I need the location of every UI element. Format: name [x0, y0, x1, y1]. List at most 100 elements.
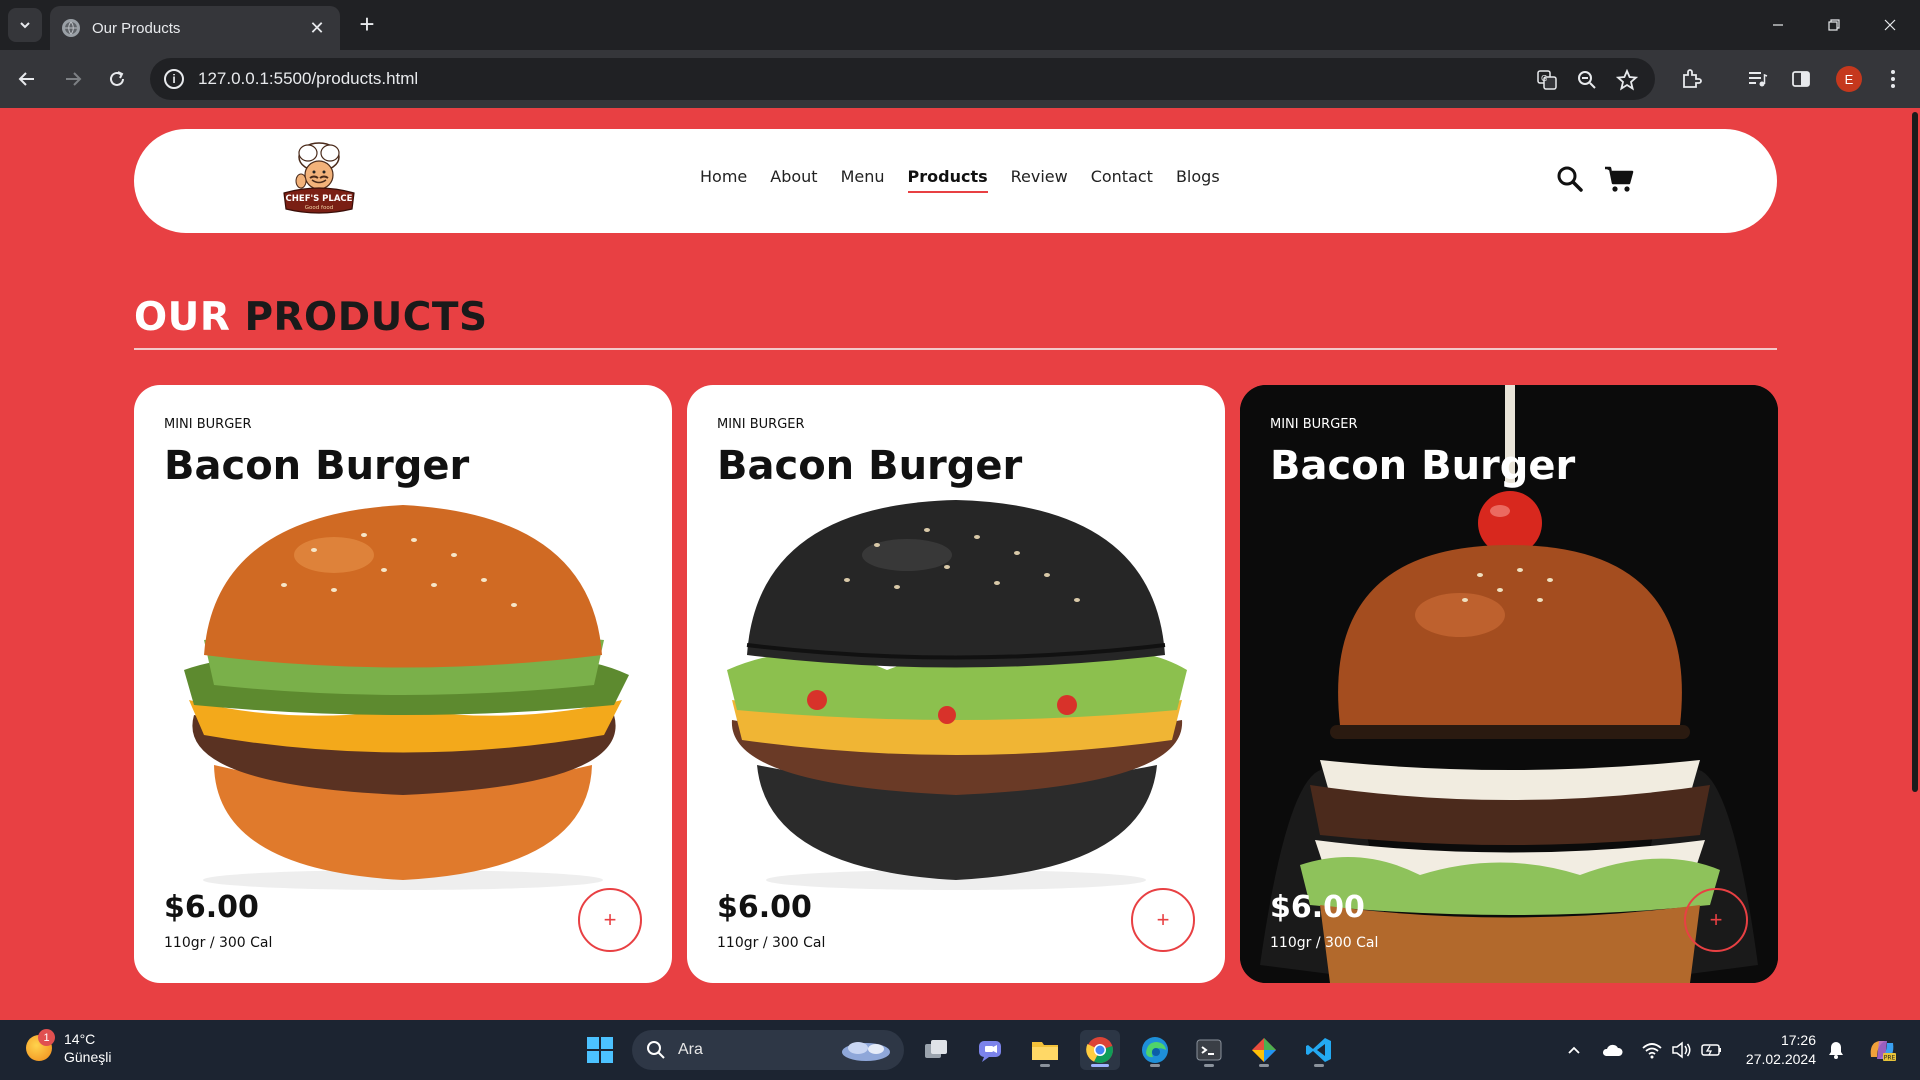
notification-bell-icon[interactable] — [1824, 1038, 1848, 1062]
vscode-button[interactable] — [1299, 1030, 1339, 1070]
terminal-button[interactable] — [1189, 1030, 1229, 1070]
weather-widget[interactable]: 1 14°C Güneşli — [26, 1029, 112, 1066]
svg-text:PRE: PRE — [1884, 1055, 1896, 1062]
page-scrollbar[interactable] — [1910, 108, 1920, 1020]
minimize-button[interactable] — [1758, 8, 1798, 42]
nav-link-menu[interactable]: Menu — [841, 167, 885, 193]
tab-close-icon[interactable]: ✕ — [306, 18, 328, 39]
more-menu-icon[interactable] — [1876, 62, 1910, 96]
url-text: 127.0.0.1:5500/products.html — [198, 69, 419, 88]
section-divider — [134, 348, 1777, 350]
back-button[interactable] — [10, 62, 44, 96]
add-to-cart-button[interactable]: + — [1684, 888, 1748, 952]
section-title: OUR PRODUCTS — [134, 295, 488, 340]
page-viewport: CHEF'S PLACE Good food Home About Menu P… — [0, 108, 1920, 1020]
restore-icon — [1828, 19, 1840, 31]
taskbar-search[interactable]: Ara — [632, 1030, 904, 1070]
folder-icon — [1032, 1042, 1058, 1060]
onedrive-icon[interactable] — [1600, 1038, 1624, 1062]
vscode-icon — [1306, 1038, 1331, 1062]
zoom-icon[interactable] — [1575, 68, 1599, 92]
sun-icon: 1 — [26, 1029, 55, 1061]
minimize-icon — [1773, 24, 1783, 26]
profile-avatar[interactable]: E — [1836, 66, 1862, 92]
nav-link-products[interactable]: Products — [907, 167, 988, 193]
nav-link-about[interactable]: About — [770, 167, 817, 193]
section-title-word-1: OUR — [134, 295, 231, 340]
scrollbar-thumb[interactable] — [1912, 112, 1918, 792]
reload-button[interactable] — [100, 62, 134, 96]
tab-search-button[interactable] — [8, 8, 42, 42]
chrome-button[interactable] — [1080, 1030, 1120, 1070]
add-to-cart-button[interactable]: + — [578, 888, 642, 952]
restore-button[interactable] — [1814, 8, 1854, 42]
chefs-place-logo[interactable]: CHEF'S PLACE Good food — [276, 137, 362, 223]
site-info-icon[interactable]: i — [164, 69, 184, 89]
task-view-button[interactable] — [916, 1030, 956, 1070]
product-card[interactable]: MINI BURGER Bacon Burger $6.00 110gr / 3… — [687, 385, 1225, 983]
product-category: MINI BURGER — [164, 417, 252, 432]
system-clock[interactable]: 17:26 27.02.2024 — [1742, 1031, 1816, 1069]
taskbar-search-placeholder: Ara — [678, 1041, 703, 1058]
windows-icon — [587, 1037, 613, 1063]
logo-text: CHEF'S PLACE — [286, 194, 353, 204]
wifi-icon[interactable] — [1640, 1038, 1664, 1062]
side-panel-icon[interactable] — [1784, 62, 1818, 96]
edge-button[interactable] — [1135, 1030, 1175, 1070]
weather-temperature: 14°C — [64, 1031, 96, 1047]
teams-chat-button[interactable] — [970, 1030, 1010, 1070]
close-icon — [1884, 19, 1896, 31]
nav-link-blogs[interactable]: Blogs — [1176, 167, 1220, 193]
forward-button[interactable] — [56, 62, 90, 96]
nav-link-home[interactable]: Home — [700, 167, 747, 193]
nav-link-review[interactable]: Review — [1011, 167, 1068, 193]
burger-image — [727, 500, 1187, 890]
product-card[interactable]: MINI BURGER Bacon Burger $6.00 110gr / 3… — [1240, 385, 1778, 983]
site-navbar: CHEF'S PLACE Good food Home About Menu P… — [134, 129, 1777, 233]
battery-icon[interactable] — [1700, 1038, 1724, 1062]
chevron-up-icon[interactable] — [1562, 1038, 1586, 1062]
product-name: Bacon Burger — [164, 443, 470, 489]
volume-icon[interactable] — [1670, 1038, 1694, 1062]
media-controls-icon[interactable] — [1740, 62, 1774, 96]
product-name: Bacon Burger — [1270, 443, 1576, 489]
globe-icon — [62, 19, 80, 37]
clock-date: 27.02.2024 — [1745, 1051, 1816, 1067]
arrow-left-icon — [18, 72, 34, 86]
product-category: MINI BURGER — [1270, 417, 1358, 432]
address-bar[interactable]: i 127.0.0.1:5500/products.html G — [150, 58, 1655, 100]
bookmark-star-icon[interactable] — [1615, 68, 1639, 92]
close-window-button[interactable] — [1870, 8, 1910, 42]
browser-tab[interactable]: Our Products ✕ — [50, 6, 340, 50]
search-icon — [647, 1041, 665, 1059]
start-button[interactable] — [580, 1030, 620, 1070]
terminal-icon — [1196, 1039, 1222, 1061]
browser-toolbar: i 127.0.0.1:5500/products.html G E — [0, 50, 1920, 108]
product-category: MINI BURGER — [717, 417, 805, 432]
edge-icon — [1142, 1037, 1168, 1063]
task-view-icon — [925, 1040, 947, 1058]
search-highlight-icon — [842, 1042, 890, 1061]
add-to-cart-button[interactable]: + — [1131, 888, 1195, 952]
chevron-down-icon — [20, 22, 30, 29]
product-info: 110gr / 300 Cal — [164, 935, 273, 951]
new-tab-button[interactable]: + — [352, 10, 382, 40]
weather-condition: Güneşli — [64, 1049, 112, 1065]
cart-icon[interactable] — [1603, 163, 1635, 195]
product-price: $6.00 — [717, 890, 812, 925]
nav-link-contact[interactable]: Contact — [1091, 167, 1153, 193]
copilot-icon[interactable]: PRE — [1866, 1038, 1898, 1062]
file-explorer-button[interactable] — [1025, 1030, 1065, 1070]
product-name: Bacon Burger — [717, 443, 1023, 489]
arrow-right-icon — [66, 72, 82, 86]
notification-badge: 1 — [38, 1029, 55, 1046]
product-info: 110gr / 300 Cal — [717, 935, 826, 951]
svg-text:G: G — [1541, 74, 1547, 83]
burger-image — [184, 505, 629, 890]
product-price: $6.00 — [1270, 890, 1365, 925]
translate-icon[interactable]: G — [1535, 68, 1559, 92]
git-app-button[interactable] — [1244, 1030, 1284, 1070]
search-icon[interactable] — [1554, 163, 1586, 195]
extensions-icon[interactable] — [1674, 62, 1708, 96]
product-card[interactable]: MINI BURGER Bacon Burger $6.00 110gr / 3… — [134, 385, 672, 983]
